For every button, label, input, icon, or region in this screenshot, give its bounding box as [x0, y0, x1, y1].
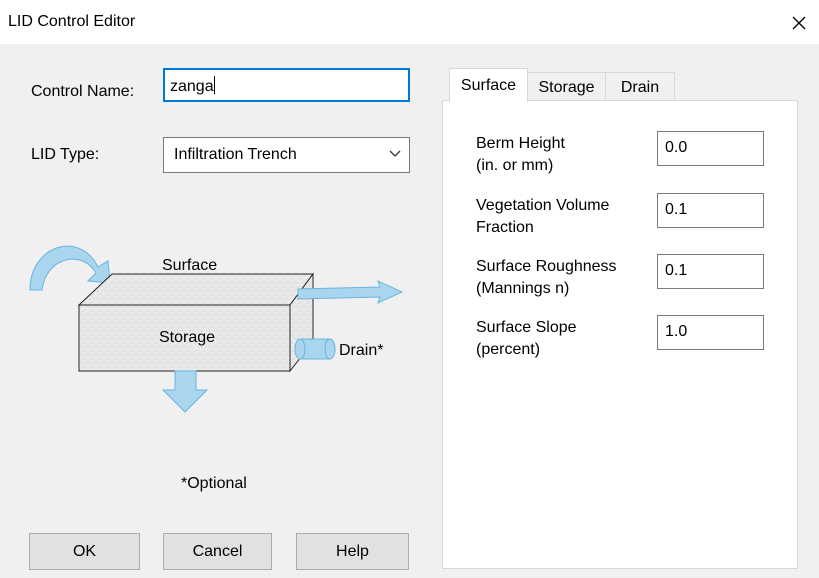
tab-storage-label: Storage [538, 78, 595, 96]
surface-diagram-label: Surface [162, 257, 217, 274]
close-button[interactable] [782, 8, 816, 38]
help-button-label: Help [336, 542, 369, 560]
chevron-down-icon [389, 150, 401, 157]
drain-diagram-label: Drain* [339, 342, 383, 359]
inflow-arrow-icon [29, 245, 111, 291]
window-title: LID Control Editor [8, 13, 136, 30]
vegetation-volume-input[interactable]: 0.1 [657, 193, 764, 228]
title-bar: LID Control Editor [0, 0, 819, 44]
control-name-value: zanga [170, 78, 214, 95]
surface-slope-label-line2: (percent) [476, 341, 541, 358]
text-caret [213, 76, 215, 94]
optional-note: *Optional [181, 475, 247, 492]
close-icon [792, 16, 806, 30]
berm-height-label-line1: Berm Height [476, 135, 565, 152]
surface-roughness-input[interactable]: 0.1 [657, 254, 764, 289]
lid-type-label: LID Type: [31, 146, 100, 163]
tab-drain-label: Drain [620, 78, 660, 96]
berm-height-label: Berm Height (in. or mm) [476, 133, 565, 177]
lid-type-select[interactable]: Infiltration Trench [163, 137, 410, 173]
vegetation-volume-label-line2: Fraction [476, 219, 534, 236]
surface-roughness-label-line2: (Mannings n) [476, 280, 570, 297]
tab-storage[interactable]: Storage [527, 72, 606, 102]
surface-outflow-arrow-icon [297, 280, 404, 304]
control-name-input[interactable]: zanga [163, 68, 410, 102]
berm-height-input[interactable]: 0.0 [657, 131, 764, 166]
infiltration-arrow-icon [161, 370, 209, 413]
berm-height-label-line2: (in. or mm) [476, 157, 554, 174]
ok-button-label: OK [72, 542, 97, 560]
cancel-button[interactable]: Cancel [163, 533, 272, 570]
tab-drain[interactable]: Drain [605, 72, 675, 102]
tab-surface[interactable]: Surface [449, 68, 528, 102]
lid-type-value: Infiltration Trench [174, 146, 297, 163]
storage-diagram-label: Storage [159, 329, 215, 346]
lid-diagram: Surface Storage Drain* [29, 245, 404, 413]
surface-slope-input[interactable]: 1.0 [657, 315, 764, 350]
storage-box-top [77, 273, 314, 306]
surface-slope-label-line1: Surface Slope [476, 319, 577, 336]
vegetation-volume-label: Vegetation Volume Fraction [476, 195, 609, 239]
surface-slope-label: Surface Slope (percent) [476, 317, 577, 361]
drain-pipe-icon [294, 338, 336, 360]
surface-roughness-label-line1: Surface Roughness [476, 258, 617, 275]
ok-button[interactable]: OK [29, 533, 140, 570]
surface-roughness-label: Surface Roughness (Mannings n) [476, 256, 617, 300]
cancel-button-label: Cancel [192, 542, 243, 560]
help-button[interactable]: Help [296, 533, 409, 570]
control-name-label: Control Name: [31, 83, 135, 100]
tab-surface-label: Surface [460, 76, 517, 94]
vegetation-volume-label-line1: Vegetation Volume [476, 197, 610, 214]
